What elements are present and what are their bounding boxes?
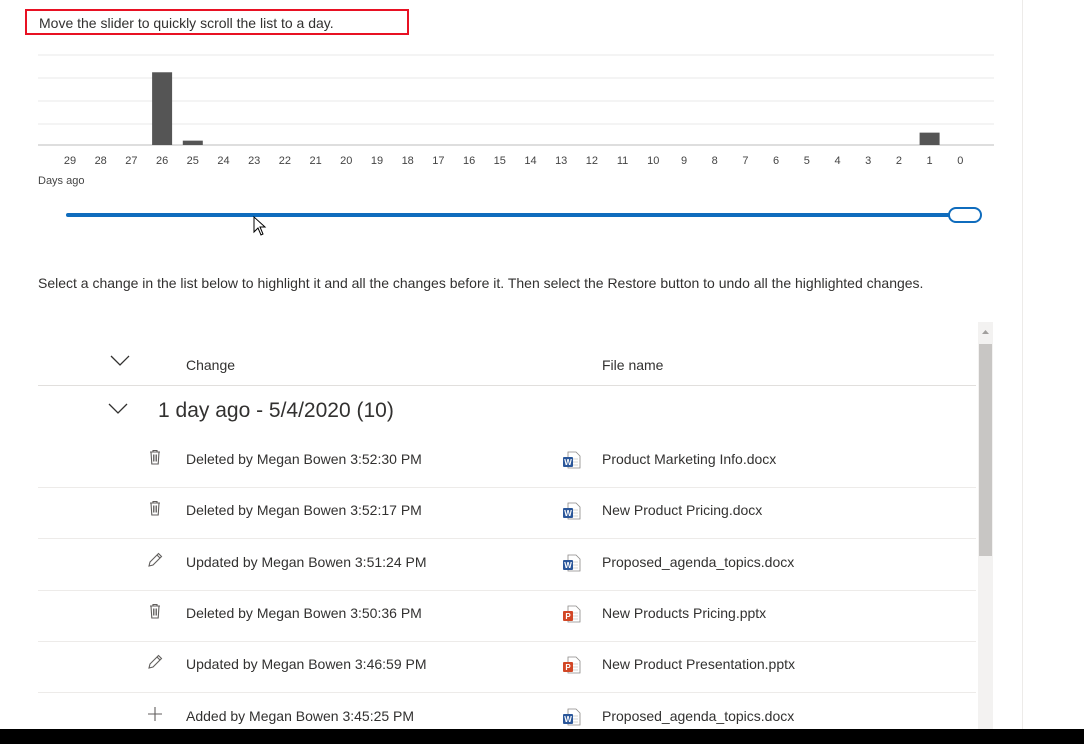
x-tick-label: 1 bbox=[927, 155, 933, 167]
x-tick-label: 24 bbox=[217, 155, 229, 167]
file-name: Proposed_agenda_topics.docx bbox=[602, 708, 795, 724]
x-tick-label: 16 bbox=[463, 155, 475, 167]
file-name: New Products Pricing.pptx bbox=[602, 605, 767, 621]
change-description: Added by Megan Bowen 3:45:25 PM bbox=[186, 708, 415, 724]
x-tick-label: 20 bbox=[340, 155, 352, 167]
column-header-change[interactable]: Change bbox=[186, 357, 235, 373]
word-doc-icon: W bbox=[562, 553, 582, 573]
days-ago-histogram: 29 28 27 26 25 24 23 22 21 20 19 18 17 16 15 14 13 12 11 10… bbox=[38, 54, 994, 167]
slider-hint-callout: Move the slider to quickly scroll the li… bbox=[25, 9, 409, 35]
x-tick-label: 2 bbox=[896, 155, 902, 167]
svg-text:W: W bbox=[564, 458, 572, 467]
x-tick-label: 3 bbox=[865, 155, 871, 167]
group-title: 1 day ago - 5/4/2020 (10) bbox=[158, 399, 394, 422]
list-scrollbar[interactable] bbox=[978, 322, 993, 729]
x-tick-label: 8 bbox=[712, 155, 718, 167]
svg-text:P: P bbox=[565, 663, 571, 672]
change-row[interactable]: Updated by Megan Bowen 3:51:24 PM W Propos… bbox=[38, 539, 976, 591]
group-header[interactable]: 1 day ago - 5/4/2020 (10) bbox=[38, 393, 976, 431]
word-doc-icon: W bbox=[562, 450, 582, 470]
bar-day-26[interactable] bbox=[152, 72, 173, 145]
plus-icon bbox=[146, 705, 164, 723]
x-tick-label: 23 bbox=[248, 155, 260, 167]
column-header-file-name[interactable]: File name bbox=[602, 357, 663, 373]
x-tick-label: 17 bbox=[432, 155, 444, 167]
x-tick-label: 9 bbox=[681, 155, 687, 167]
bar-day-1[interactable] bbox=[919, 132, 940, 145]
scroll-thumb[interactable] bbox=[979, 344, 992, 556]
x-tick-label: 0 bbox=[957, 155, 963, 167]
change-description: Updated by Megan Bowen 3:51:24 PM bbox=[186, 554, 427, 570]
trash-icon bbox=[146, 448, 164, 466]
trash-icon bbox=[146, 602, 164, 620]
svg-text:W: W bbox=[564, 509, 572, 518]
trash-icon bbox=[146, 499, 164, 517]
bar-day-25[interactable] bbox=[182, 140, 203, 145]
change-row[interactable]: Deleted by Megan Bowen 3:50:36 PM P New Pr… bbox=[38, 590, 976, 642]
powerpoint-doc-icon: P bbox=[562, 604, 582, 624]
pencil-icon bbox=[146, 653, 164, 671]
x-tick-label: 5 bbox=[804, 155, 810, 167]
word-doc-icon: W bbox=[562, 707, 582, 727]
x-tick-label: 12 bbox=[586, 155, 598, 167]
svg-text:W: W bbox=[564, 561, 572, 570]
x-tick-label: 6 bbox=[773, 155, 779, 167]
restore-instructions: Select a change in the list below to hig… bbox=[38, 275, 924, 291]
file-name: New Product Presentation.pptx bbox=[602, 656, 795, 672]
x-tick-label: 7 bbox=[742, 155, 748, 167]
x-tick-label: 10 bbox=[647, 155, 659, 167]
day-slider-thumb[interactable] bbox=[948, 207, 982, 223]
pencil-icon bbox=[146, 551, 164, 569]
x-axis-label: Days ago bbox=[38, 175, 85, 187]
powerpoint-doc-icon: P bbox=[562, 655, 582, 675]
change-description: Deleted by Megan Bowen 3:50:36 PM bbox=[186, 605, 422, 621]
x-tick-label: 19 bbox=[371, 155, 383, 167]
x-tick-label: 22 bbox=[279, 155, 291, 167]
x-tick-label: 13 bbox=[555, 155, 567, 167]
change-row[interactable]: Deleted by Megan Bowen 3:52:17 PM W New Pr… bbox=[38, 487, 976, 539]
file-name: New Product Pricing.docx bbox=[602, 502, 763, 518]
x-tick-label: 25 bbox=[187, 155, 199, 167]
day-slider-track[interactable] bbox=[66, 213, 958, 217]
bottom-edge bbox=[0, 729, 1084, 744]
x-tick-label: 15 bbox=[494, 155, 506, 167]
change-row[interactable]: Updated by Megan Bowen 3:46:59 PM P New Pr… bbox=[38, 641, 976, 693]
chevron-down-icon[interactable] bbox=[108, 403, 128, 415]
svg-text:W: W bbox=[564, 715, 572, 724]
x-tick-label: 28 bbox=[95, 155, 107, 167]
x-tick-label: 27 bbox=[125, 155, 137, 167]
list-header: Change File name bbox=[38, 343, 976, 386]
mouse-pointer-icon bbox=[253, 216, 267, 236]
panel-divider bbox=[1022, 0, 1023, 744]
file-name: Proposed_agenda_topics.docx bbox=[602, 554, 795, 570]
file-name: Product Marketing Info.docx bbox=[602, 451, 777, 467]
chevron-down-icon[interactable] bbox=[110, 355, 130, 367]
x-tick-label: 18 bbox=[402, 155, 414, 167]
x-tick-label: 21 bbox=[309, 155, 321, 167]
scroll-up-arrow-icon[interactable] bbox=[978, 326, 993, 338]
word-doc-icon: W bbox=[562, 501, 582, 521]
x-tick-label: 29 bbox=[64, 155, 76, 167]
x-tick-label: 4 bbox=[834, 155, 840, 167]
x-tick-label: 11 bbox=[617, 155, 628, 167]
change-description: Deleted by Megan Bowen 3:52:17 PM bbox=[186, 502, 422, 518]
change-row[interactable]: Deleted by Megan Bowen 3:52:30 PM W Produc… bbox=[38, 436, 976, 488]
x-tick-label: 14 bbox=[524, 155, 536, 167]
x-tick-label: 26 bbox=[156, 155, 168, 167]
svg-text:P: P bbox=[565, 612, 571, 621]
change-description: Updated by Megan Bowen 3:46:59 PM bbox=[186, 656, 427, 672]
change-description: Deleted by Megan Bowen 3:52:30 PM bbox=[186, 451, 422, 467]
